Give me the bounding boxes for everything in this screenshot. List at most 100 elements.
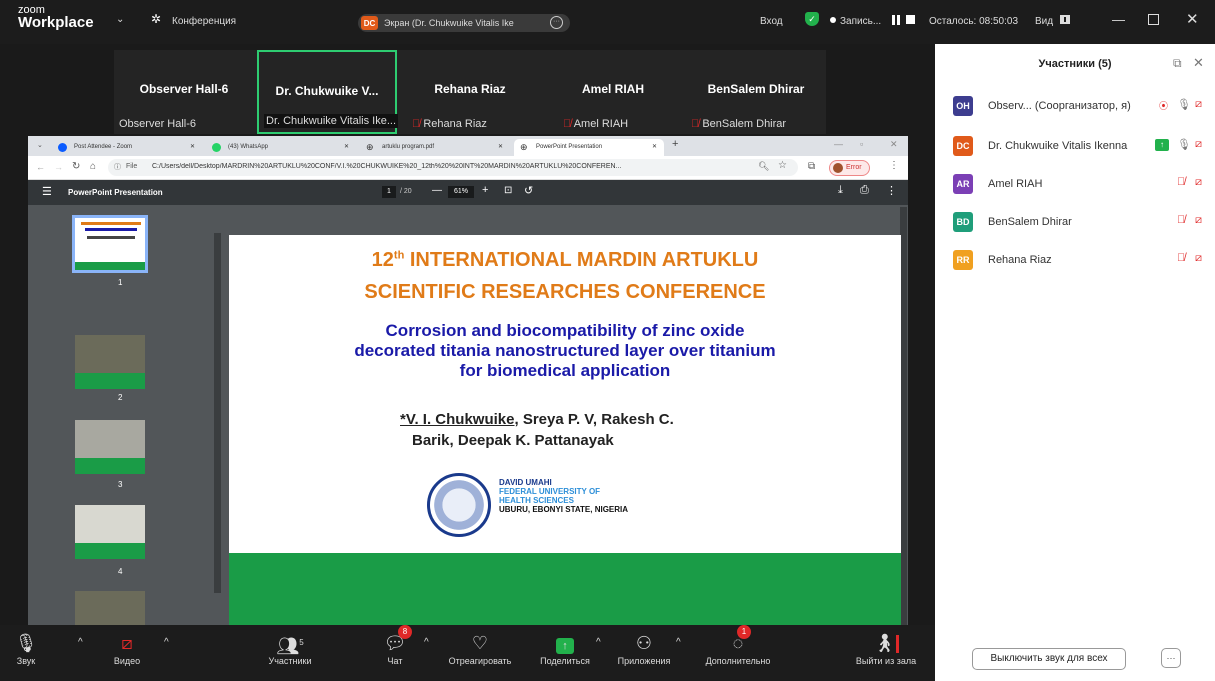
download-icon[interactable]: ⤓: [838, 184, 843, 197]
app-menu-chevron-icon[interactable]: ⌄: [116, 14, 124, 25]
video-off-icon[interactable]: ⧄: [1195, 138, 1202, 151]
video-options-chevron-icon[interactable]: ^: [164, 637, 169, 648]
mic-icon[interactable]: 🎙︎: [1177, 98, 1191, 111]
page-number-input[interactable]: 1: [382, 186, 396, 198]
sidebar-menu-icon[interactable]: ☰: [42, 185, 52, 198]
tab-powerpoint-active[interactable]: ⊕ PowerPoint Presentation ✕: [514, 139, 664, 156]
share-options-chevron-icon[interactable]: ^: [596, 637, 601, 648]
chat-label: Чат: [387, 656, 403, 666]
tab-close-icon[interactable]: ✕: [344, 143, 349, 150]
mic-icon[interactable]: 🎙︎: [1177, 138, 1191, 151]
participant-name: BenSalem Dhirar: [988, 216, 1072, 228]
thumbnail-scrollbar[interactable]: [214, 233, 221, 593]
heart-icon: ♡: [471, 633, 489, 653]
share-options-icon[interactable]: ···: [550, 16, 563, 29]
view-button[interactable]: Вид: [1035, 16, 1053, 27]
conference-title-line1: 12th INTERNATIONAL MARDIN ARTUKLU: [229, 249, 901, 272]
window-minimize-icon[interactable]: —: [834, 139, 843, 149]
mic-muted-icon[interactable]: 🎙̸: [1177, 252, 1185, 264]
address-bar[interactable]: ⓘ File C:/Users/dell/Desktop/MARDRIN%20A…: [108, 159, 798, 176]
participant-tile[interactable]: Observer Hall-6 Observer Hall-6: [114, 50, 254, 134]
page-thumbnail-1[interactable]: [72, 215, 148, 273]
back-icon[interactable]: ←: [36, 162, 45, 172]
zoom-in-icon[interactable]: +: [482, 184, 488, 196]
window-restore-icon[interactable]: ▫: [860, 139, 863, 149]
window-close-icon[interactable]: ✕: [890, 139, 898, 150]
reload-icon[interactable]: ↻: [72, 161, 80, 172]
profile-error-button[interactable]: Error: [829, 160, 870, 176]
apps-options-chevron-icon[interactable]: ^: [676, 637, 681, 648]
participant-row[interactable]: RR Rehana Riaz 🎙̸ ⧄: [953, 250, 1208, 272]
zoom-out-icon[interactable]: —: [432, 185, 442, 196]
tab-close-icon[interactable]: ✕: [190, 143, 195, 150]
tab-whatsapp[interactable]: (43) WhatsApp ✕: [206, 139, 356, 156]
tab-close-icon[interactable]: ✕: [652, 143, 657, 150]
browser-menu-icon[interactable]: ⋮: [889, 160, 899, 171]
leave-room-button[interactable]: 🚶︎ Выйти из зала: [846, 630, 926, 666]
paper-title-line1: Corrosion and biocompatibility of zinc o…: [385, 321, 745, 340]
participant-tile-active[interactable]: Dr. Chukwuike V... Dr. Chukwuike Vitalis…: [257, 50, 399, 134]
video-off-icon[interactable]: ⧄: [1195, 252, 1202, 265]
page-thumbnail-label: 1: [118, 278, 123, 287]
participants-button[interactable]: 👥︎5 Участники: [265, 630, 315, 666]
participant-row[interactable]: DC Dr. Chukwuike Vitalis Ikenna ↑ 🎙︎ ⧄: [953, 136, 1208, 158]
tab-zoom[interactable]: Post Attendee - Zoom ✕: [52, 139, 202, 156]
rotate-icon[interactable]: ↺: [524, 184, 533, 197]
restore-icon[interactable]: [1148, 14, 1159, 25]
participant-tile[interactable]: Rehana Riaz 🎙̸ Rehana Riaz: [400, 50, 540, 134]
page-thumbnail-5[interactable]: [75, 591, 145, 626]
tab-list-chevron-icon[interactable]: ⌄: [37, 141, 43, 149]
page-thumbnail-2[interactable]: [75, 335, 145, 389]
participant-row[interactable]: OH Observ... (Соорганизатор, я) ⦿ 🎙︎ ⧄: [953, 96, 1208, 118]
new-tab-icon[interactable]: +: [672, 138, 678, 150]
grid-view-icon[interactable]: [1060, 15, 1070, 24]
panel-more-button[interactable]: ···: [1161, 648, 1181, 668]
chat-options-chevron-icon[interactable]: ^: [424, 637, 429, 648]
bookmark-star-icon[interactable]: ☆: [778, 160, 787, 171]
university-seal-icon: [427, 473, 491, 537]
mute-all-button[interactable]: Выключить звук для всех: [972, 648, 1126, 670]
viewer-scrollbar[interactable]: [900, 207, 907, 626]
tab-pdf[interactable]: ⊕ artuklu program.pdf ✕: [360, 139, 510, 156]
apps-button[interactable]: ⚇ Приложения: [609, 630, 679, 666]
pdf-more-icon[interactable]: ⋮: [886, 184, 897, 197]
pause-recording-icon[interactable]: [892, 15, 900, 25]
mic-muted-icon[interactable]: 🎙̸: [1177, 176, 1185, 188]
close-icon[interactable]: ✕: [1186, 10, 1199, 28]
participant-tile[interactable]: BenSalem Dhirar 🎙̸ BenSalem Dhirar: [686, 50, 826, 134]
react-button[interactable]: ♡ Отреагировать: [440, 630, 520, 666]
forward-icon[interactable]: →: [54, 162, 63, 172]
mic-muted-icon[interactable]: 🎙̸: [1177, 214, 1185, 226]
participant-row[interactable]: BD BenSalem Dhirar 🎙̸ ⧄: [953, 212, 1208, 234]
popout-icon[interactable]: ⧉: [1173, 56, 1182, 71]
video-button[interactable]: ⧄ Видео: [107, 630, 147, 666]
zoom-level-input[interactable]: 61%: [448, 186, 474, 198]
video-off-icon[interactable]: ⧄: [1195, 176, 1202, 189]
video-off-icon[interactable]: ⧄: [1195, 98, 1202, 111]
print-icon[interactable]: ⎙: [860, 184, 869, 197]
zoom-search-icon[interactable]: 🔍︎: [758, 161, 769, 172]
audio-options-chevron-icon[interactable]: ^: [78, 637, 83, 648]
share-screen-button[interactable]: ↑ Поделиться: [531, 630, 599, 666]
audio-button[interactable]: 🎙︎ Звук: [8, 630, 44, 666]
meeting-controls: 🎙︎ Звук ^ ⧄ Видео ^ 👥︎5 Участники 💬︎ Чат 8 ^…: [0, 625, 935, 681]
extensions-icon[interactable]: ⧉: [808, 161, 815, 172]
tab-close-icon[interactable]: ✕: [498, 143, 503, 150]
panel-close-icon[interactable]: ✕: [1193, 55, 1204, 71]
participant-name: Rehana Riaz: [988, 254, 1052, 266]
page-thumbnail-4[interactable]: [75, 505, 145, 559]
video-off-icon[interactable]: ⧄: [1195, 214, 1202, 227]
page-thumbnail-3[interactable]: [75, 420, 145, 474]
conference-label[interactable]: Конференция: [172, 16, 236, 27]
stop-recording-icon[interactable]: [906, 15, 915, 24]
login-button[interactable]: Вход: [760, 16, 783, 27]
video-off-icon: ⧄: [121, 633, 133, 653]
screen-share-indicator[interactable]: DC Экран (Dr. Chukwuike Vitalis Ike ···: [358, 14, 570, 32]
recording-label[interactable]: Запись...: [840, 16, 881, 27]
participant-row[interactable]: AR Amel RIAH 🎙̸ ⧄: [953, 174, 1208, 196]
encryption-shield-icon[interactable]: ✓: [805, 12, 819, 26]
home-icon[interactable]: ⌂: [90, 161, 96, 172]
participant-tile[interactable]: Amel RIAH 🎙̸ Amel RIAH: [543, 50, 683, 134]
fit-page-icon[interactable]: ⊡: [504, 185, 512, 196]
minimize-icon[interactable]: —: [1112, 12, 1125, 27]
